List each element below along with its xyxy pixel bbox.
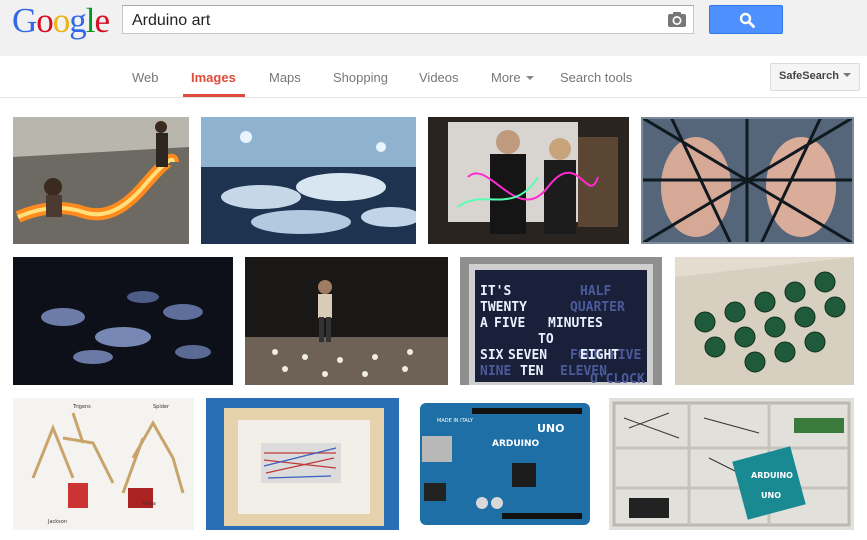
active-tab-indicator xyxy=(183,94,245,97)
performer-floor-lights-image xyxy=(245,257,448,385)
tab-more[interactable]: More xyxy=(491,70,534,85)
floor-projection-image xyxy=(13,257,233,385)
logo-letter: o xyxy=(52,1,70,40)
arduino-uno-board-image: ARDUINO UNO MADE IN ITALY xyxy=(412,398,596,530)
image-result[interactable]: Trigens Spider Jackson Hexa xyxy=(13,398,194,530)
clock-word-its: IT'S xyxy=(480,284,511,299)
kit-label-uno: UNO xyxy=(761,491,781,500)
logo-letter: o xyxy=(36,1,53,40)
arduino-kit-image: ARDUINO UNO xyxy=(609,398,854,530)
image-result[interactable] xyxy=(641,117,854,244)
clock-word-a: A xyxy=(480,316,488,331)
google-logo[interactable]: Google xyxy=(12,1,111,40)
safesearch-label: SafeSearch xyxy=(779,70,839,82)
clock-word-quarter: QUARTER xyxy=(570,300,625,315)
clock-word-half: HALF xyxy=(580,284,611,299)
image-result[interactable]: ARDUINO UNO MADE IN ITALY xyxy=(412,398,596,530)
led-serpent-image xyxy=(13,117,189,244)
walking-robots-image: Trigens Spider Jackson Hexa xyxy=(13,398,194,530)
clock-word-twenty: TWENTY xyxy=(480,300,527,315)
image-result[interactable]: IT'S HALF TWENTY QUARTER A FIVE MINUTES … xyxy=(460,257,662,385)
search-input[interactable] xyxy=(123,6,653,33)
robot-label-spider: Spider xyxy=(153,404,170,410)
word-clock-image: IT'S HALF TWENTY QUARTER A FIVE MINUTES … xyxy=(460,257,662,385)
board-label-uno: UNO xyxy=(537,422,565,435)
tab-videos[interactable]: Videos xyxy=(419,70,459,85)
clock-word-oclock: O'CLOCK xyxy=(590,372,645,385)
chevron-down-icon xyxy=(525,75,534,80)
image-result[interactable] xyxy=(206,398,399,530)
robot-label-trigens: Trigens xyxy=(72,404,91,410)
safesearch-button[interactable]: SafeSearch xyxy=(770,63,860,91)
tab-shopping[interactable]: Shopping xyxy=(333,70,388,85)
search-nav: Web Images Maps Shopping Videos More Sea… xyxy=(0,56,867,98)
search-tools-button[interactable]: Search tools xyxy=(560,70,632,85)
framed-breadboard-image xyxy=(206,398,399,530)
image-result[interactable] xyxy=(428,117,629,244)
clock-word-seven: SEVEN xyxy=(508,348,547,363)
faces-panels-image xyxy=(641,117,854,244)
logo-letter: l xyxy=(85,1,96,40)
tab-more-label: More xyxy=(491,70,521,85)
logo-letter: G xyxy=(12,1,37,40)
search-box[interactable] xyxy=(122,5,694,34)
tab-maps[interactable]: Maps xyxy=(269,70,301,85)
logo-letter: g xyxy=(69,1,86,40)
robot-label-jackson: Jackson xyxy=(47,519,67,525)
clock-word-nine: NINE xyxy=(480,364,511,379)
top-bar: Google xyxy=(0,0,867,56)
image-result[interactable] xyxy=(245,257,448,385)
clock-word-ten: TEN xyxy=(520,364,544,379)
image-result[interactable] xyxy=(13,117,189,244)
clock-word-five: FIVE xyxy=(494,316,525,331)
image-result[interactable] xyxy=(13,257,233,385)
clock-word-six: SIX xyxy=(480,348,504,363)
blue-dish-installation-image xyxy=(201,117,416,244)
search-button[interactable] xyxy=(709,5,783,34)
image-result[interactable] xyxy=(675,257,854,385)
board-label-made-in-italy: MADE IN ITALY xyxy=(437,418,474,424)
camera-icon[interactable] xyxy=(667,11,687,28)
tab-images[interactable]: Images xyxy=(191,70,236,85)
robot-label-hexa: Hexa xyxy=(143,501,156,507)
kit-label-arduino: ARDUINO xyxy=(751,471,793,480)
clock-word-minutes: MINUTES xyxy=(548,316,603,331)
circuit-boards-image xyxy=(675,257,854,385)
image-result[interactable] xyxy=(201,117,416,244)
logo-letter: e xyxy=(94,1,111,40)
tab-web[interactable]: Web xyxy=(132,70,159,85)
light-painting-image xyxy=(428,117,629,244)
image-result[interactable]: ARDUINO UNO xyxy=(609,398,854,530)
clock-word-to: TO xyxy=(538,332,554,347)
board-label-arduino: ARDUINO xyxy=(492,439,540,449)
clock-word-eight: EIGHT xyxy=(580,348,619,363)
chevron-down-icon xyxy=(842,73,851,78)
magnifier-icon xyxy=(739,12,755,28)
